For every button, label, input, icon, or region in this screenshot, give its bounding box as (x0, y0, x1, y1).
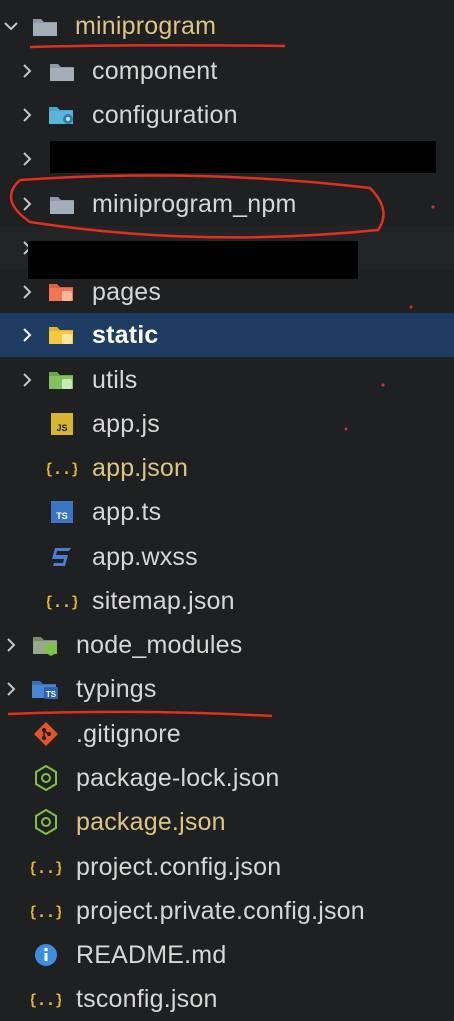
file-explorer-tree: miniprogram component configuration mini… (0, 0, 454, 1018)
annotation-dot (431, 205, 435, 209)
underline-miniprogram (29, 43, 286, 49)
annotation-dot (381, 383, 385, 387)
circle-miniprogram-npm (9, 174, 385, 239)
underline-typings (7, 710, 273, 718)
annotation-dot (344, 427, 348, 431)
annotation-dot (409, 305, 413, 309)
annotation-overlay (7, 43, 435, 718)
